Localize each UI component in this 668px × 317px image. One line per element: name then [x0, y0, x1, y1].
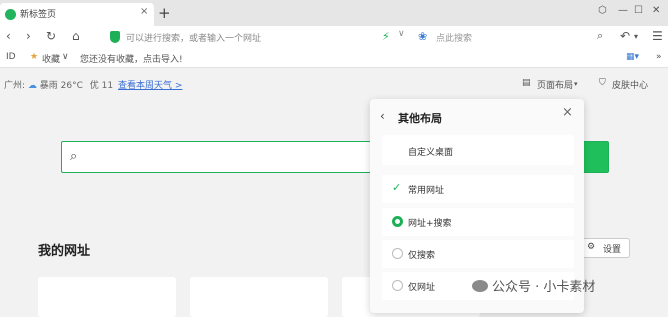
- close-window-button[interactable]: ✕: [652, 5, 660, 16]
- watermark: 公众号 · 小卡素材: [472, 276, 595, 295]
- undo-close-button[interactable]: ↶: [620, 29, 630, 43]
- undo-chevron-icon[interactable]: ▾: [634, 32, 638, 41]
- more-bookmarks-icon[interactable]: »: [656, 52, 662, 62]
- speed-mode-icon[interactable]: ⚡: [382, 30, 390, 43]
- page-layout-chevron-icon[interactable]: ▾: [574, 80, 578, 88]
- address-dropdown-icon[interactable]: ∨: [398, 29, 405, 39]
- layout-option-search-only[interactable]: 仅搜索: [382, 240, 574, 268]
- settings-label: 设置: [603, 245, 622, 255]
- address-toolbar: ‹ › ↻ ⌂ 可以进行搜索，或者输入一个网址 ⚡ ∨ ❀ 点此搜索 ⌕ ↶ ▾…: [0, 26, 668, 48]
- tab-new-tab[interactable]: 新标签页 ×: [0, 3, 154, 26]
- layout-option-sites-search[interactable]: 网址+搜索: [382, 208, 574, 236]
- favorites-chevron-icon[interactable]: ∨: [62, 52, 69, 62]
- weather-city: 广州:: [4, 81, 26, 91]
- weather-condition: 暴雨 26°C: [39, 81, 83, 91]
- site-card[interactable]: [38, 277, 176, 317]
- forward-button[interactable]: ›: [26, 29, 31, 43]
- new-tab-button[interactable]: +: [158, 4, 171, 22]
- wechat-logo-icon: [472, 280, 488, 292]
- folder-icon: ★: [30, 52, 39, 62]
- search-icon: ⌕: [70, 149, 78, 164]
- menu-button[interactable]: ☰: [652, 29, 663, 43]
- back-chevron-icon[interactable]: ‹: [380, 109, 385, 123]
- option-label: 仅网址: [408, 283, 436, 293]
- cloud-rain-icon: ☁: [27, 81, 37, 91]
- maximize-button[interactable]: ☐: [634, 5, 643, 16]
- custom-desktop-option[interactable]: 自定义桌面: [382, 135, 574, 165]
- watermark-text: 公众号 · 小卡素材: [492, 280, 596, 295]
- layout-icon[interactable]: ▤: [522, 78, 531, 88]
- reload-button[interactable]: ↻: [46, 29, 56, 43]
- search-box[interactable]: ❀ 点此搜索 ⌕: [414, 28, 614, 46]
- search-placeholder: 点此搜索: [436, 34, 473, 44]
- shirt-icon[interactable]: ⛉: [599, 78, 606, 88]
- weekly-forecast-link[interactable]: 查看本周天气 >: [118, 81, 182, 91]
- page-layout-button[interactable]: 页面布局: [537, 78, 573, 91]
- skin-center-button[interactable]: 皮肤中心: [612, 78, 648, 91]
- address-bar[interactable]: 可以进行搜索，或者输入一个网址: [100, 28, 410, 46]
- radio-icon: [392, 248, 403, 259]
- skin-icon[interactable]: ⬡: [598, 5, 607, 16]
- radio-selected-icon: [392, 216, 403, 227]
- favorites-menu[interactable]: 收藏: [42, 52, 60, 65]
- apps-icon[interactable]: ▦▾: [626, 52, 639, 62]
- gear-icon: ⚙: [587, 242, 596, 252]
- radio-icon: [392, 280, 403, 291]
- close-icon[interactable]: ×: [562, 105, 573, 120]
- back-button[interactable]: ‹: [6, 29, 11, 43]
- security-shield-icon: [110, 31, 120, 43]
- air-quality: 优 11: [89, 81, 114, 91]
- option-label: 网址+搜索: [408, 219, 452, 229]
- my-sites-title: 我的网址: [38, 244, 91, 259]
- site-card[interactable]: [190, 277, 328, 317]
- import-favorites-hint[interactable]: 您还没有收藏，点击导入!: [80, 52, 183, 65]
- tab-bar: 新标签页 × + ⬡ — ☐ ✕: [0, 0, 668, 26]
- layout-option-common-sites[interactable]: ✓ 常用网址: [382, 175, 574, 203]
- my-sites-settings-button[interactable]: ⚙ 设置: [578, 238, 630, 258]
- browser-logo-icon: [5, 9, 16, 20]
- tab-title: 新标签页: [20, 10, 57, 20]
- sidebar-toggle[interactable]: ID: [6, 52, 16, 62]
- option-label: 仅搜索: [408, 251, 436, 261]
- baidu-paw-icon: ❀: [418, 30, 428, 43]
- home-button[interactable]: ⌂: [72, 29, 80, 43]
- bookmarks-bar: ID ★ 收藏 ∨ 您还没有收藏，点击导入! ▦▾ »: [0, 48, 668, 68]
- address-placeholder: 可以进行搜索，或者输入一个网址: [126, 34, 262, 44]
- custom-desktop-label: 自定义桌面: [408, 148, 454, 158]
- check-icon: ✓: [392, 181, 402, 194]
- weather-bar: 广州: ☁ 暴雨 26°C 优 11 查看本周天气 >: [4, 78, 182, 91]
- tab-close-icon[interactable]: ×: [140, 6, 148, 17]
- layout-panel-title: 其他布局: [398, 112, 442, 125]
- search-icon[interactable]: ⌕: [597, 29, 603, 43]
- option-label: 常用网址: [408, 186, 445, 196]
- minimize-button[interactable]: —: [618, 5, 628, 16]
